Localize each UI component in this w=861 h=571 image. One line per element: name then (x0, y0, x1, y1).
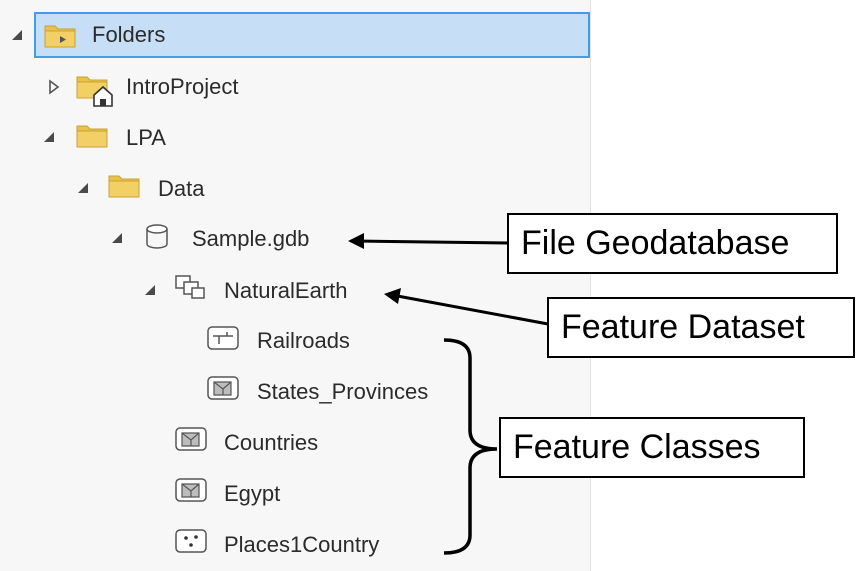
callout-file-geodatabase-text: File Geodatabase (521, 224, 790, 262)
callout-file-geodatabase: File Geodatabase (507, 213, 838, 274)
callout-feature-dataset: Feature Dataset (547, 297, 855, 358)
callout-feature-dataset-text: Feature Dataset (561, 308, 805, 346)
callout-feature-classes-text: Feature Classes (513, 428, 761, 466)
callout-feature-classes: Feature Classes (499, 417, 805, 478)
annotation-arrows (348, 233, 549, 555)
